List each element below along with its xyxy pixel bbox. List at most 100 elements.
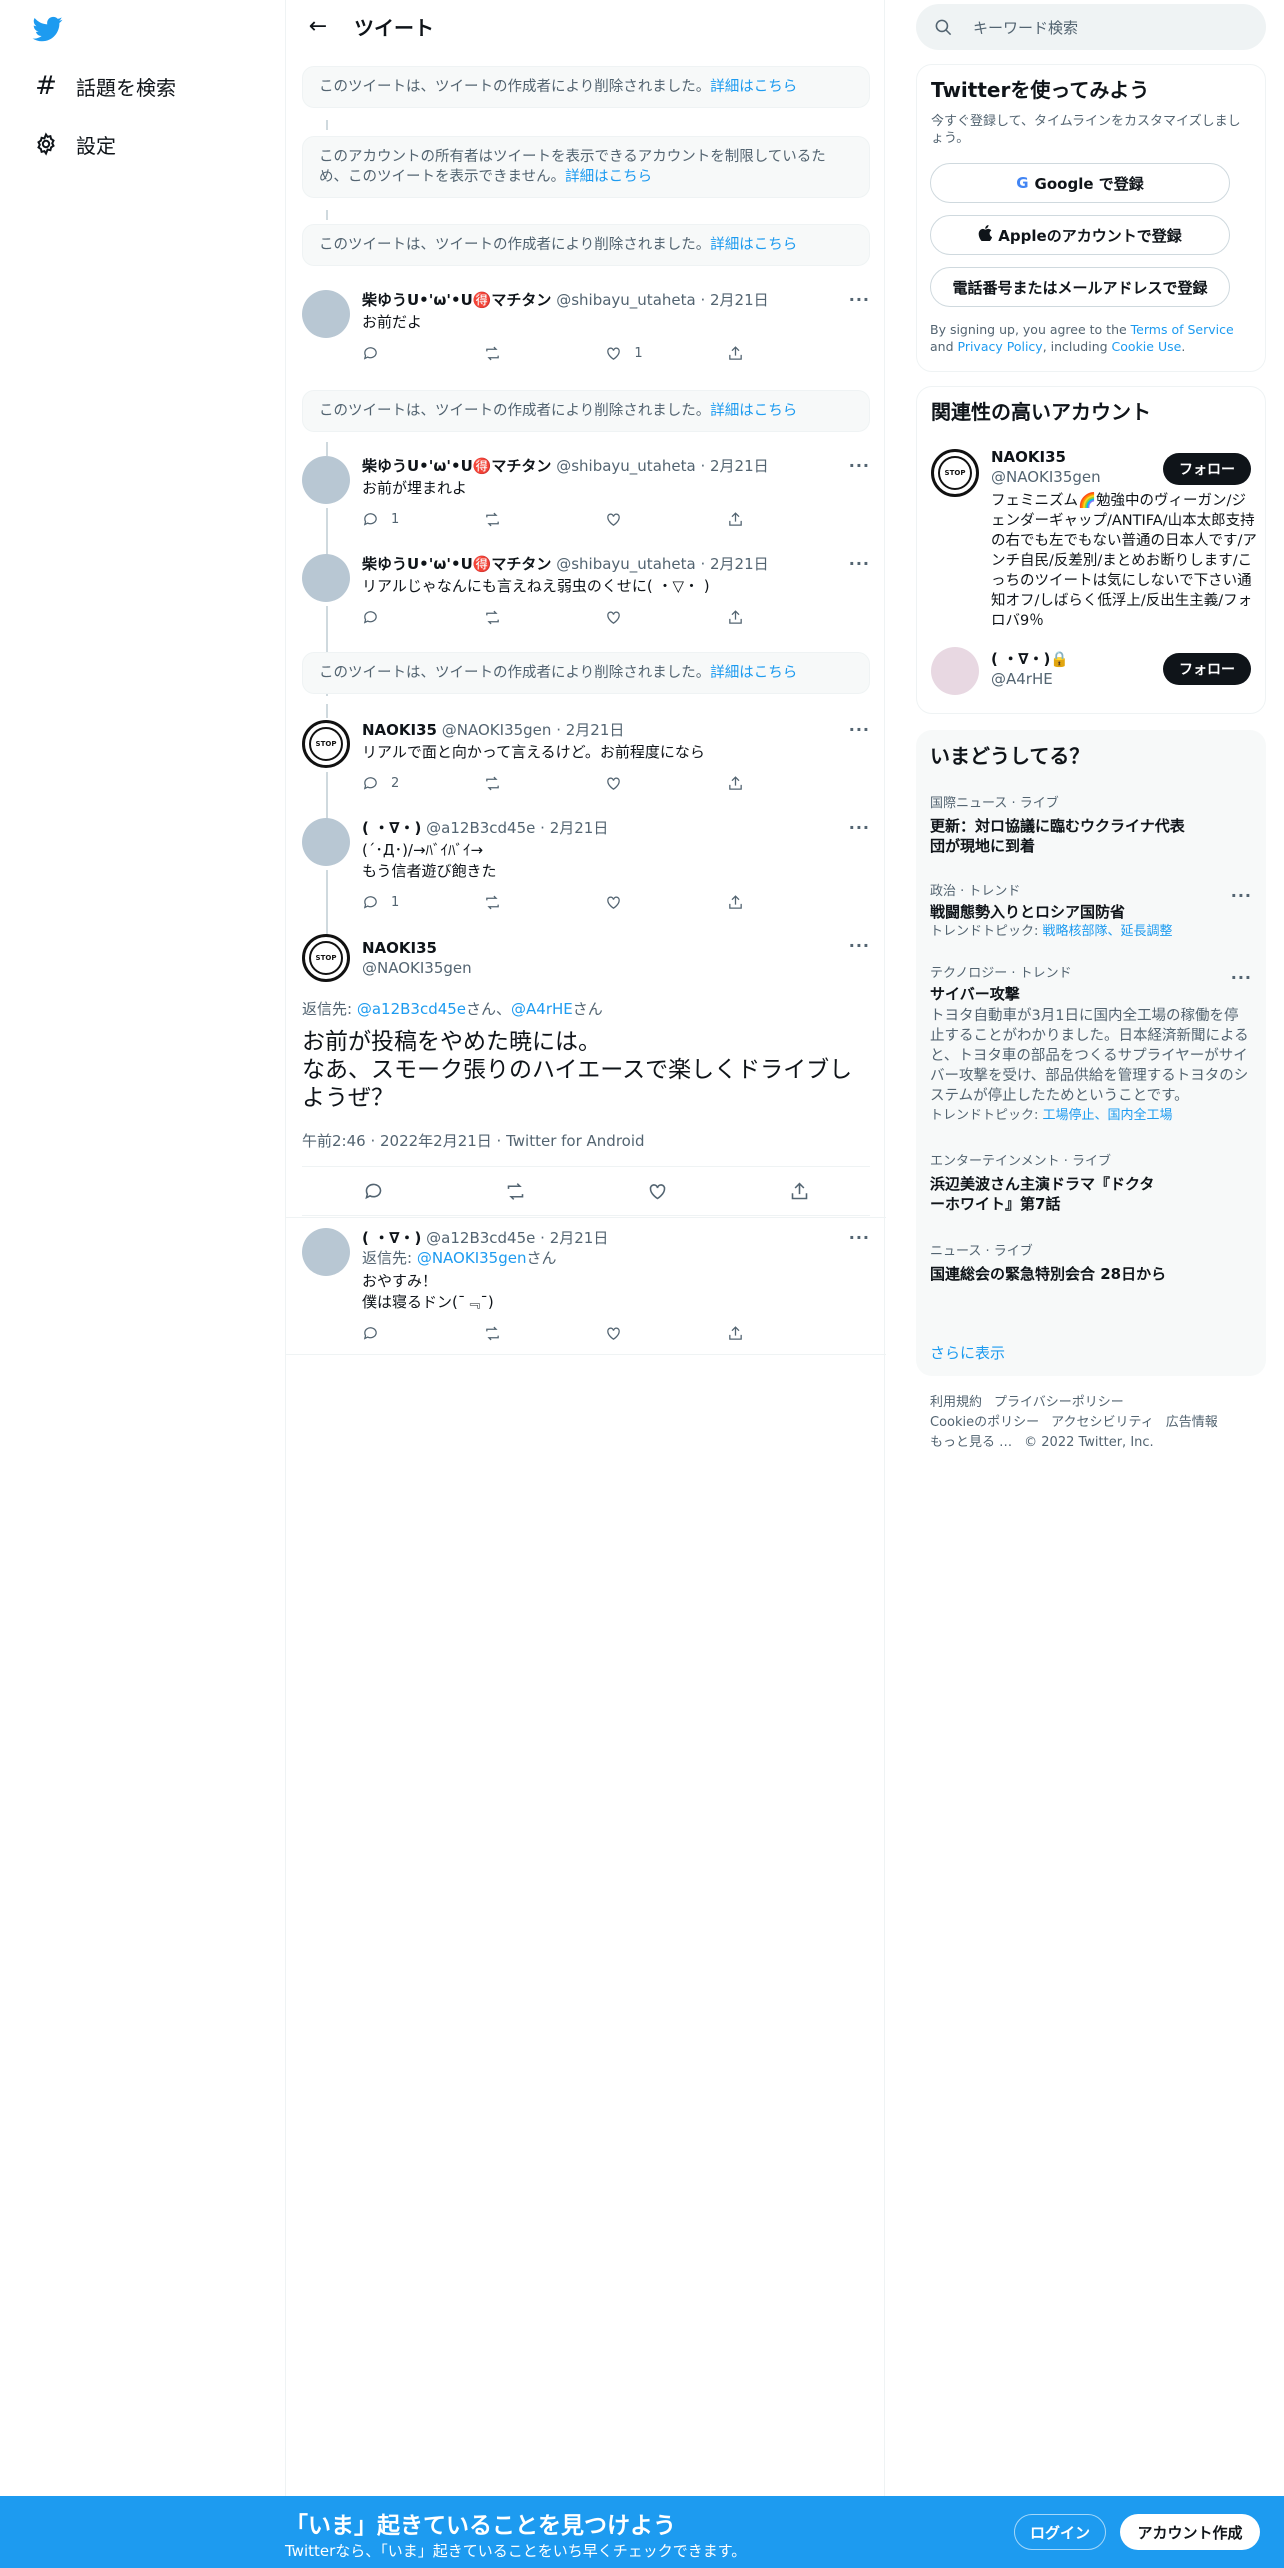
like-button[interactable]: 1 [605, 345, 665, 362]
footer-more-link[interactable]: もっと見る … [930, 1435, 1012, 1450]
share-button[interactable] [727, 775, 787, 792]
reply-button[interactable]: 1 [362, 894, 422, 911]
tweet-timestamp[interactable]: 午前2:46 · 2022年2月21日 · Twitter for Androi… [302, 1130, 645, 1151]
trend-item[interactable]: テクノロジー · トレンド サイバー攻撃 トヨタ自動車が3月1日に国内全工場の稼… [930, 966, 1250, 1124]
trend-item[interactable]: 国際ニュース · ライブ 更新：対ロ協議に臨むウクライナ代表団が現地に到着 [930, 796, 1190, 856]
mention-link[interactable]: @a12B3cd45e [357, 1000, 466, 1018]
retweet-button[interactable] [484, 345, 544, 362]
author-handle[interactable]: @shibayu_utaheta [556, 555, 695, 573]
more-options-icon[interactable]: ··· [849, 456, 870, 475]
google-signup-button[interactable]: G Google で登録 [930, 163, 1230, 203]
share-button[interactable] [727, 1325, 787, 1342]
author-handle[interactable]: @NAOKI35gen [362, 958, 472, 978]
retweet-button[interactable] [484, 775, 544, 792]
author-handle[interactable]: @shibayu_utaheta [556, 291, 695, 309]
reply-button[interactable]: 1 [362, 511, 422, 528]
footer-cookie-link[interactable]: Cookieのポリシー [930, 1415, 1039, 1430]
like-button[interactable] [605, 511, 665, 528]
back-arrow-icon[interactable]: ← [300, 9, 336, 45]
author-name[interactable]: NAOKI35 [362, 938, 472, 958]
more-options-icon[interactable]: ··· [849, 818, 870, 837]
nav-settings[interactable]: 設定 [30, 124, 116, 164]
phone-email-signup-button[interactable]: 電話番号またはメールアドレスで登録 [930, 267, 1230, 307]
tweet-date[interactable]: 2月21日 [710, 457, 769, 475]
reply-button[interactable] [362, 609, 422, 626]
like-button[interactable] [605, 775, 665, 792]
account-name[interactable]: ( ・∇・)🔒 [991, 649, 1069, 669]
like-button[interactable] [605, 1325, 665, 1342]
reply-button[interactable]: 2 [362, 775, 422, 792]
author-handle[interactable]: @NAOKI35gen [442, 721, 552, 739]
trend-item[interactable]: 政治 · トレンド 戦闘態勢入りとロシア国防省 トレンドトピック: 戦略核部隊、… [930, 884, 1250, 940]
trend-topics[interactable]: 戦略核部隊、延長調整 [1043, 924, 1173, 939]
more-options-icon[interactable]: ··· [849, 1228, 870, 1247]
follow-button[interactable]: フォロー [1163, 453, 1251, 485]
author-name[interactable]: 柴ゆうU•'ω'•U🉐マチタン [362, 555, 551, 573]
more-options-icon[interactable]: ··· [849, 720, 870, 739]
avatar[interactable]: STOP [302, 934, 350, 982]
signup-button[interactable]: アカウント作成 [1120, 2514, 1260, 2550]
author-name[interactable]: 柴ゆうU•'ω'•U🉐マチタン [362, 291, 551, 309]
mention-link[interactable]: @A4rHE [511, 1000, 573, 1018]
avatar[interactable] [931, 647, 979, 695]
account-name[interactable]: NAOKI35 [991, 447, 1101, 467]
related-account[interactable]: ( ・∇・)🔒 @A4rHE フォロー [917, 647, 1267, 707]
author-handle[interactable]: @a12B3cd45e [426, 819, 535, 837]
author-name[interactable]: 柴ゆうU•'ω'•U🉐マチタン [362, 457, 551, 475]
author-name[interactable]: NAOKI35 [362, 721, 437, 739]
reply-icon[interactable] [363, 1181, 384, 1202]
show-more-link[interactable]: さらに表示 [930, 1342, 1005, 1363]
tweet-date[interactable]: 2月21日 [550, 819, 609, 837]
share-button[interactable] [727, 511, 787, 528]
trend-item[interactable]: ニュース · ライブ 国連総会の緊急特別会合 28日から [930, 1244, 1250, 1284]
details-link[interactable]: 詳細はこちら [710, 237, 797, 253]
retweet-button[interactable] [484, 1325, 544, 1342]
account-handle[interactable]: @A4rHE [991, 669, 1069, 689]
more-options-icon[interactable]: ··· [849, 936, 870, 955]
share-button[interactable] [727, 894, 787, 911]
terms-link[interactable]: Terms of Service [1131, 322, 1234, 337]
author-name[interactable]: ( ・∇・) [362, 819, 421, 837]
avatar[interactable] [302, 1228, 350, 1276]
account-handle[interactable]: @NAOKI35gen [991, 467, 1101, 487]
avatar[interactable]: STOP [302, 720, 350, 768]
search-input[interactable]: キーワード検索 [973, 17, 1078, 38]
retweet-button[interactable] [484, 894, 544, 911]
details-link[interactable]: 詳細はこちら [710, 665, 797, 681]
more-options-icon[interactable]: ··· [849, 290, 870, 309]
twitter-bird-icon[interactable] [32, 14, 64, 44]
avatar[interactable] [302, 290, 350, 338]
author-name[interactable]: ( ・∇・) [362, 1229, 421, 1247]
footer-privacy-link[interactable]: プライバシーポリシー [994, 1395, 1124, 1410]
apple-signup-button[interactable]: Appleのアカウントで登録 [930, 215, 1230, 255]
mention-link[interactable]: @NAOKI35gen [417, 1249, 527, 1267]
more-options-icon[interactable]: ··· [1231, 968, 1252, 987]
footer-ads-link[interactable]: 広告情報 [1166, 1415, 1218, 1430]
retweet-button[interactable] [484, 609, 544, 626]
tweet-date[interactable]: 2月21日 [566, 721, 625, 739]
cookie-link[interactable]: Cookie Use [1112, 339, 1182, 354]
details-link[interactable]: 詳細はこちら [710, 79, 797, 95]
heart-icon[interactable] [647, 1181, 668, 1202]
retweet-icon[interactable] [505, 1181, 526, 1202]
tweet-date[interactable]: 2月21日 [710, 555, 769, 573]
author-handle[interactable]: @a12B3cd45e [426, 1229, 535, 1247]
follow-button[interactable]: フォロー [1163, 653, 1251, 685]
trend-topics[interactable]: 工場停止、国内全工場 [1043, 1108, 1173, 1123]
reply-button[interactable] [362, 345, 422, 362]
details-link[interactable]: 詳細はこちら [710, 403, 797, 419]
avatar[interactable]: STOP [931, 449, 979, 497]
share-icon[interactable] [789, 1181, 810, 1202]
avatar[interactable] [302, 554, 350, 602]
trend-item[interactable]: エンターテインメント · ライブ 浜辺美波さん主演ドラマ『ドクターホワイト』第7… [930, 1154, 1160, 1214]
related-account[interactable]: STOP NAOKI35 @NAOKI35gen フォロー フェミニズム🌈勉強中… [917, 443, 1267, 633]
share-button[interactable] [727, 345, 787, 362]
share-button[interactable] [727, 609, 787, 626]
more-options-icon[interactable]: ··· [1231, 886, 1252, 905]
avatar[interactable] [302, 456, 350, 504]
like-button[interactable] [605, 894, 665, 911]
footer-terms-link[interactable]: 利用規約 [930, 1395, 982, 1410]
login-button[interactable]: ログイン [1014, 2514, 1106, 2550]
reply-button[interactable] [362, 1325, 422, 1342]
more-options-icon[interactable]: ··· [849, 554, 870, 573]
